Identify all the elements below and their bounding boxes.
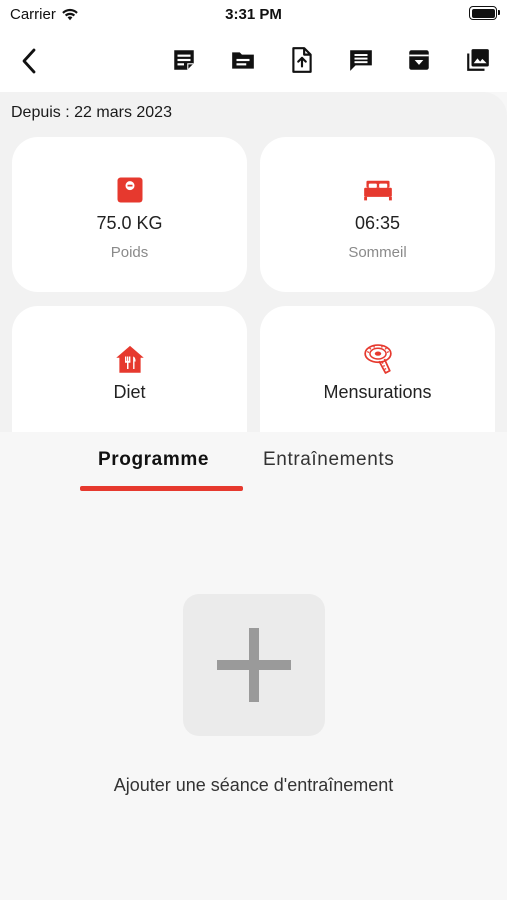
add-session-button[interactable] xyxy=(183,594,325,736)
sleep-value: 06:35 xyxy=(354,213,401,233)
nav-bar xyxy=(0,30,507,92)
tab-bar: Programme Entraînements xyxy=(0,432,507,492)
tab-entrainements[interactable]: Entraînements xyxy=(263,449,394,471)
file-upload-icon xyxy=(292,47,312,73)
battery-icon xyxy=(469,6,500,20)
upload-file-button[interactable] xyxy=(288,46,316,74)
weight-label: Poids xyxy=(110,244,149,261)
tab-programme[interactable]: Programme xyxy=(98,449,209,471)
sleep-card[interactable]: 06:35 Sommeil xyxy=(260,137,495,292)
diet-label: Diet xyxy=(113,382,146,402)
restaurant-icon xyxy=(115,344,145,374)
folder-button[interactable] xyxy=(229,46,257,74)
active-tab-indicator xyxy=(80,486,243,491)
folder-icon xyxy=(232,52,254,69)
status-bar: Carrier 3:31 PM xyxy=(0,0,507,30)
back-button[interactable] xyxy=(14,44,44,78)
bed-icon xyxy=(363,175,393,205)
scale-icon xyxy=(115,175,145,205)
add-session-label: Ajouter une séance d'entraînement xyxy=(113,775,394,795)
archive-button[interactable] xyxy=(405,46,433,74)
measurements-card[interactable]: Mensurations xyxy=(260,306,495,432)
tape-measure-icon xyxy=(363,344,393,374)
since-date: Depuis : 22 mars 2023 xyxy=(11,104,172,121)
diet-card[interactable]: Diet xyxy=(12,306,247,432)
notes-button[interactable] xyxy=(170,46,198,74)
note-icon xyxy=(174,50,194,70)
sleep-label: Sommeil xyxy=(348,244,407,261)
gallery-button[interactable] xyxy=(464,46,492,74)
photo-library-icon xyxy=(467,49,489,71)
archive-icon xyxy=(409,50,429,70)
measurements-label: Mensurations xyxy=(323,382,432,402)
chat-button[interactable] xyxy=(347,46,375,74)
chat-icon xyxy=(350,50,372,71)
status-time: 3:31 PM xyxy=(225,6,282,23)
plus-icon xyxy=(217,628,291,702)
chevron-left-icon xyxy=(22,48,36,74)
weight-card[interactable]: 75.0 KG Poids xyxy=(12,137,247,292)
weight-value: 75.0 KG xyxy=(96,213,163,233)
